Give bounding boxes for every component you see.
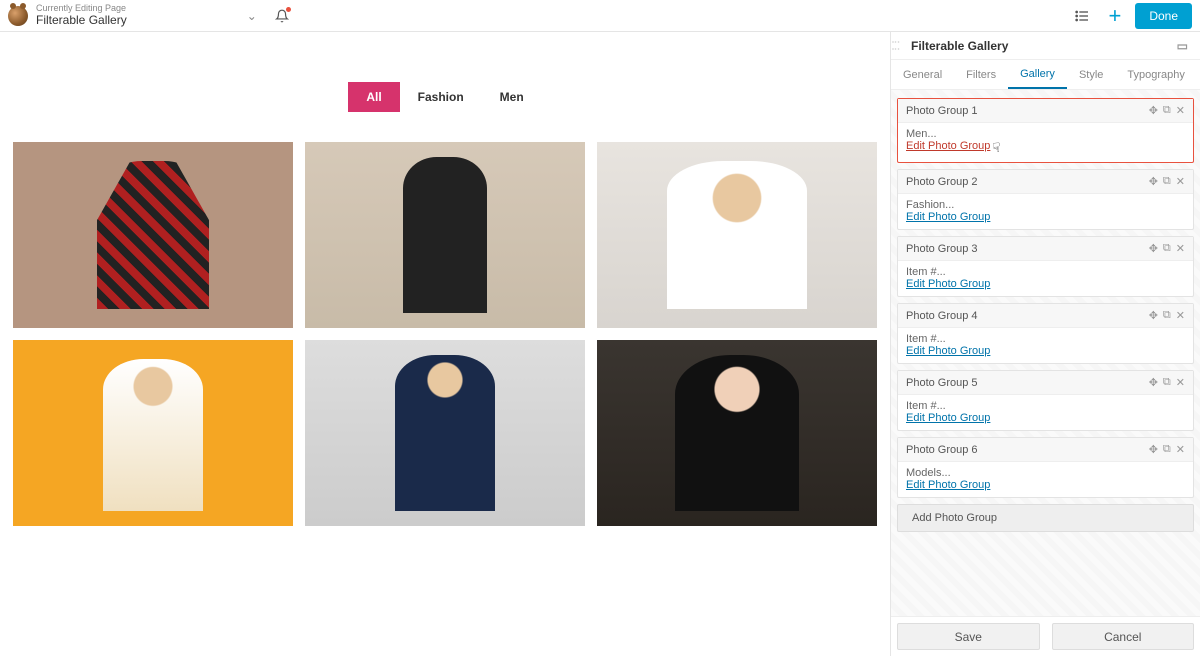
- page-context[interactable]: Currently Editing Page Filterable Galler…: [36, 4, 127, 27]
- photo-group-3[interactable]: Photo Group 3 ✥ ⧉ ✕ Item #... Edit Photo G…: [897, 236, 1194, 297]
- delete-icon[interactable]: ✕: [1176, 104, 1185, 117]
- photo-group-2[interactable]: Photo Group 2 ✥ ⧉ ✕ Fashion... Edit Photo …: [897, 169, 1194, 230]
- add-module-icon[interactable]: +: [1104, 3, 1125, 29]
- panel-footer: Save Cancel: [891, 616, 1200, 656]
- cursor-pointer-icon: ☟: [992, 140, 1000, 156]
- group-meta: Item #...: [906, 400, 1185, 412]
- move-icon[interactable]: ✥: [1149, 242, 1158, 255]
- delete-icon[interactable]: ✕: [1176, 242, 1185, 255]
- panel-resize-icon[interactable]: ▭: [1177, 39, 1188, 53]
- move-icon[interactable]: ✥: [1149, 309, 1158, 322]
- topbar: Currently Editing Page Filterable Galler…: [0, 0, 1200, 32]
- page-dropdown-chevron-icon[interactable]: ⌄: [247, 9, 257, 23]
- gallery-item[interactable]: [13, 340, 293, 526]
- topbar-actions: + Done: [1070, 3, 1192, 29]
- tab-general[interactable]: General: [891, 60, 954, 89]
- delete-icon[interactable]: ✕: [1176, 309, 1185, 322]
- gallery-item[interactable]: [305, 142, 585, 328]
- duplicate-icon[interactable]: ⧉: [1163, 175, 1171, 188]
- group-title: Photo Group 6: [906, 444, 978, 456]
- group-meta: Fashion...: [906, 199, 1185, 211]
- gallery-item[interactable]: [13, 142, 293, 328]
- photo-group-5[interactable]: Photo Group 5 ✥ ⧉ ✕ Item #... Edit Photo G…: [897, 370, 1194, 431]
- duplicate-icon[interactable]: ⧉: [1163, 443, 1171, 456]
- notification-dot: [286, 7, 291, 12]
- group-actions: ✥ ⧉ ✕: [1149, 104, 1185, 117]
- photo-group-6[interactable]: Photo Group 6 ✥ ⧉ ✕ Models... Edit Photo G…: [897, 437, 1194, 498]
- settings-panel: ⋮⋮ Filterable Gallery ▭ General Filters …: [890, 32, 1200, 656]
- edit-photo-group-link[interactable]: Edit Photo Group: [906, 479, 990, 491]
- group-header[interactable]: Photo Group 2 ✥ ⧉ ✕: [898, 170, 1193, 194]
- gallery-item[interactable]: [597, 340, 877, 526]
- group-title: Photo Group 5: [906, 377, 978, 389]
- tab-style[interactable]: Style: [1067, 60, 1115, 89]
- group-title: Photo Group 3: [906, 243, 978, 255]
- gallery-filter-bar: All Fashion Men: [20, 82, 870, 112]
- group-meta: Models...: [906, 467, 1185, 479]
- group-header[interactable]: Photo Group 5 ✥ ⧉ ✕: [898, 371, 1193, 395]
- panel-title: Filterable Gallery: [911, 39, 1008, 53]
- save-button[interactable]: Save: [897, 623, 1040, 650]
- page-title: Filterable Gallery: [36, 14, 127, 27]
- gallery-grid: [20, 142, 870, 526]
- tab-typography[interactable]: Typography: [1115, 60, 1196, 89]
- app-logo: [8, 6, 28, 26]
- duplicate-icon[interactable]: ⧉: [1163, 242, 1171, 255]
- move-icon[interactable]: ✥: [1149, 376, 1158, 389]
- editor-canvas: All Fashion Men: [0, 32, 890, 656]
- delete-icon[interactable]: ✕: [1176, 175, 1185, 188]
- group-header[interactable]: Photo Group 3 ✥ ⧉ ✕: [898, 237, 1193, 261]
- photo-group-4[interactable]: Photo Group 4 ✥ ⧉ ✕ Item #... Edit Photo G…: [897, 303, 1194, 364]
- group-title: Photo Group 2: [906, 176, 978, 188]
- panel-body: Photo Group 1 ✥ ⧉ ✕ Men... Edit Photo Gr…: [891, 90, 1200, 616]
- drag-handle-icon[interactable]: ⋮⋮: [893, 38, 897, 52]
- group-title: Photo Group 4: [906, 310, 978, 322]
- move-icon[interactable]: ✥: [1149, 175, 1158, 188]
- group-header[interactable]: Photo Group 1 ✥ ⧉ ✕: [898, 99, 1193, 123]
- panel-tabs: General Filters Gallery Style Typography…: [891, 60, 1200, 90]
- done-button[interactable]: Done: [1135, 3, 1192, 29]
- add-photo-group-button[interactable]: Add Photo Group: [897, 504, 1194, 532]
- group-meta: Item #...: [906, 266, 1185, 278]
- duplicate-icon[interactable]: ⧉: [1163, 104, 1171, 117]
- move-icon[interactable]: ✥: [1149, 443, 1158, 456]
- duplicate-icon[interactable]: ⧉: [1163, 376, 1171, 389]
- group-title: Photo Group 1: [906, 105, 978, 117]
- filter-tab-all[interactable]: All: [348, 82, 399, 112]
- delete-icon[interactable]: ✕: [1176, 443, 1185, 456]
- group-header[interactable]: Photo Group 4 ✥ ⧉ ✕: [898, 304, 1193, 328]
- notifications-icon[interactable]: [275, 9, 289, 23]
- group-body: Men... Edit Photo Group☟: [898, 123, 1193, 162]
- cancel-button[interactable]: Cancel: [1052, 623, 1195, 650]
- photo-group-1[interactable]: Photo Group 1 ✥ ⧉ ✕ Men... Edit Photo Gr…: [897, 98, 1194, 163]
- panel-header[interactable]: ⋮⋮ Filterable Gallery ▭: [891, 32, 1200, 60]
- outline-panel-icon[interactable]: [1070, 4, 1094, 28]
- edit-photo-group-link[interactable]: Edit Photo Group: [906, 140, 990, 152]
- edit-photo-group-link[interactable]: Edit Photo Group: [906, 211, 990, 223]
- group-meta: Item #...: [906, 333, 1185, 345]
- duplicate-icon[interactable]: ⧉: [1163, 309, 1171, 322]
- edit-photo-group-link[interactable]: Edit Photo Group: [906, 412, 990, 424]
- group-meta: Men...: [906, 128, 1185, 140]
- edit-photo-group-link[interactable]: Edit Photo Group: [906, 345, 990, 357]
- tab-filters[interactable]: Filters: [954, 60, 1008, 89]
- delete-icon[interactable]: ✕: [1176, 376, 1185, 389]
- edit-photo-group-link[interactable]: Edit Photo Group: [906, 278, 990, 290]
- filter-tab-fashion[interactable]: Fashion: [400, 82, 482, 112]
- gallery-item[interactable]: [305, 340, 585, 526]
- filter-tab-men[interactable]: Men: [482, 82, 542, 112]
- group-header[interactable]: Photo Group 6 ✥ ⧉ ✕: [898, 438, 1193, 462]
- gallery-item[interactable]: [597, 142, 877, 328]
- tab-gallery[interactable]: Gallery: [1008, 60, 1067, 89]
- move-icon[interactable]: ✥: [1149, 104, 1158, 117]
